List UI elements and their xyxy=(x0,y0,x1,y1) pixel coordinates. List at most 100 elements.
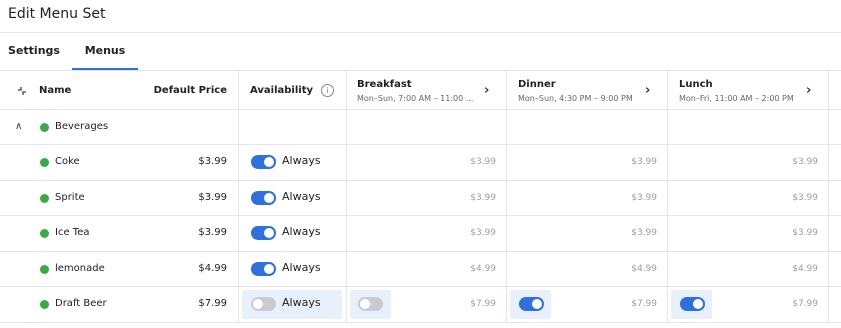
menu-lunch-schedule: Mon–Fri, 11:00 AM – 2:00 PM xyxy=(679,94,794,103)
group-label: Beverages xyxy=(55,121,109,132)
menu-price: $4.99 xyxy=(631,264,657,274)
availability-cell: Always xyxy=(238,145,346,180)
menu-price: $7.99 xyxy=(792,299,818,309)
menu-toggle-breakfast[interactable] xyxy=(358,297,383,311)
menu-cell-dinner: $4.99 xyxy=(506,252,667,286)
default-price-column-header[interactable]: Default Price xyxy=(152,85,227,96)
column-divider xyxy=(667,110,828,144)
menu-dinner-schedule: Mon–Sun, 4:30 PM – 9:00 PM xyxy=(518,94,633,103)
grid-header: Name Default Price Availability i Breakf… xyxy=(0,70,841,110)
column-divider xyxy=(828,287,841,322)
availability-toggle[interactable] xyxy=(251,297,276,311)
collapse-all-icon[interactable] xyxy=(15,84,29,98)
column-divider xyxy=(828,110,841,144)
menu-cell-breakfast: $4.99 xyxy=(346,252,506,286)
column-divider xyxy=(828,216,841,251)
table-row[interactable]: Ice Tea $3.99 Always $3.99 $3.99 $3.99 xyxy=(0,216,841,252)
column-divider xyxy=(346,110,506,144)
availability-toggle[interactable] xyxy=(251,262,276,276)
column-divider xyxy=(828,71,841,109)
item-name: Draft Beer xyxy=(55,298,107,309)
table-row[interactable]: Sprite $3.99 Always $3.99 $3.99 $3.99 xyxy=(0,181,841,216)
chevron-up-icon[interactable]: ∧ xyxy=(15,121,22,132)
menu-cell-lunch: $3.99 xyxy=(667,181,828,215)
menu-column-lunch[interactable]: Lunch Mon–Fri, 11:00 AM – 2:00 PM › xyxy=(667,71,828,109)
menu-cell-breakfast: $3.99 xyxy=(346,181,506,215)
menu-price: $3.99 xyxy=(792,157,818,167)
menu-price: $3.99 xyxy=(470,193,496,203)
page-title: Edit Menu Set xyxy=(8,6,106,22)
status-dot xyxy=(40,158,49,167)
table-row[interactable]: Coke $3.99 Always $3.99 $3.99 $3.99 xyxy=(0,145,841,181)
availability-value: Always xyxy=(282,296,321,309)
menu-dinner-label: Dinner xyxy=(518,79,556,90)
menu-column-dinner[interactable]: Dinner Mon–Sun, 4:30 PM – 9:00 PM › xyxy=(506,71,667,109)
menu-cell-breakfast: $3.99 xyxy=(346,145,506,180)
menu-price: $7.99 xyxy=(470,299,496,309)
name-column-header[interactable]: Name xyxy=(39,85,71,96)
availability-toggle[interactable] xyxy=(251,226,276,240)
column-divider xyxy=(828,145,841,180)
menu-lunch-label: Lunch xyxy=(679,79,713,90)
status-dot xyxy=(40,300,49,309)
availability-toggle[interactable] xyxy=(251,191,276,205)
menu-toggle-dinner[interactable] xyxy=(519,297,544,311)
chevron-right-icon[interactable]: › xyxy=(645,83,650,98)
menu-cell-lunch: $3.99 xyxy=(667,145,828,180)
item-name: Sprite xyxy=(55,192,85,203)
availability-cell: Always xyxy=(238,287,346,322)
availability-label: Availability xyxy=(250,85,313,96)
menu-breakfast-schedule: Mon–Sun, 7:00 AM – 11:00 ... xyxy=(357,94,474,103)
info-icon[interactable]: i xyxy=(321,84,334,97)
tab-bar: Settings Menus xyxy=(0,32,841,71)
group-row-beverages[interactable]: ∧ Beverages xyxy=(0,110,841,145)
menu-price: $3.99 xyxy=(631,193,657,203)
menu-column-breakfast[interactable]: Breakfast Mon–Sun, 7:00 AM – 11:00 ... › xyxy=(346,71,506,109)
column-divider xyxy=(828,181,841,215)
tab-menus[interactable]: Menus xyxy=(72,33,138,71)
column-divider xyxy=(828,252,841,286)
menu-price: $4.99 xyxy=(470,264,496,274)
menu-cell-dinner: $3.99 xyxy=(506,181,667,215)
availability-cell: Always xyxy=(238,181,346,215)
item-default-price: $4.99 xyxy=(198,263,227,274)
column-divider xyxy=(506,110,667,144)
availability-value: Always xyxy=(282,154,321,167)
status-dot xyxy=(40,265,49,274)
menu-cell-breakfast: $3.99 xyxy=(346,216,506,251)
menu-price: $3.99 xyxy=(631,228,657,238)
menu-cell-breakfast: $7.99 xyxy=(346,287,506,322)
item-name: lemonade xyxy=(55,263,105,274)
menu-price: $3.99 xyxy=(470,157,496,167)
tab-settings[interactable]: Settings xyxy=(4,33,64,71)
menu-price: $4.99 xyxy=(792,264,818,274)
menu-cell-dinner: $7.99 xyxy=(506,287,667,322)
status-dot xyxy=(40,194,49,203)
table-row[interactable]: lemonade $4.99 Always $4.99 $4.99 $4.99 xyxy=(0,252,841,287)
menu-price: $3.99 xyxy=(792,228,818,238)
table-row[interactable]: Draft Beer $7.99 Always $7.99 $7.99 $7.9… xyxy=(0,287,841,323)
status-dot xyxy=(40,123,49,132)
availability-value: Always xyxy=(282,261,321,274)
item-name: Coke xyxy=(55,156,80,167)
menu-cell-dinner: $3.99 xyxy=(506,145,667,180)
menu-price: $3.99 xyxy=(792,193,818,203)
menu-toggle-lunch[interactable] xyxy=(680,297,705,311)
item-default-price: $3.99 xyxy=(198,156,227,167)
status-dot xyxy=(40,229,49,238)
column-divider xyxy=(238,110,346,144)
availability-toggle[interactable] xyxy=(251,155,276,169)
menu-cell-lunch: $7.99 xyxy=(667,287,828,322)
item-default-price: $3.99 xyxy=(198,227,227,238)
availability-cell: Always xyxy=(238,216,346,251)
menu-breakfast-label: Breakfast xyxy=(357,79,412,90)
menu-price: $3.99 xyxy=(631,157,657,167)
chevron-right-icon[interactable]: › xyxy=(806,83,811,98)
menu-cell-dinner: $3.99 xyxy=(506,216,667,251)
menu-cell-lunch: $3.99 xyxy=(667,216,828,251)
availability-cell: Always xyxy=(238,252,346,286)
item-default-price: $3.99 xyxy=(198,192,227,203)
chevron-right-icon[interactable]: › xyxy=(484,83,489,98)
menu-cell-lunch: $4.99 xyxy=(667,252,828,286)
item-default-price: $7.99 xyxy=(198,298,227,309)
